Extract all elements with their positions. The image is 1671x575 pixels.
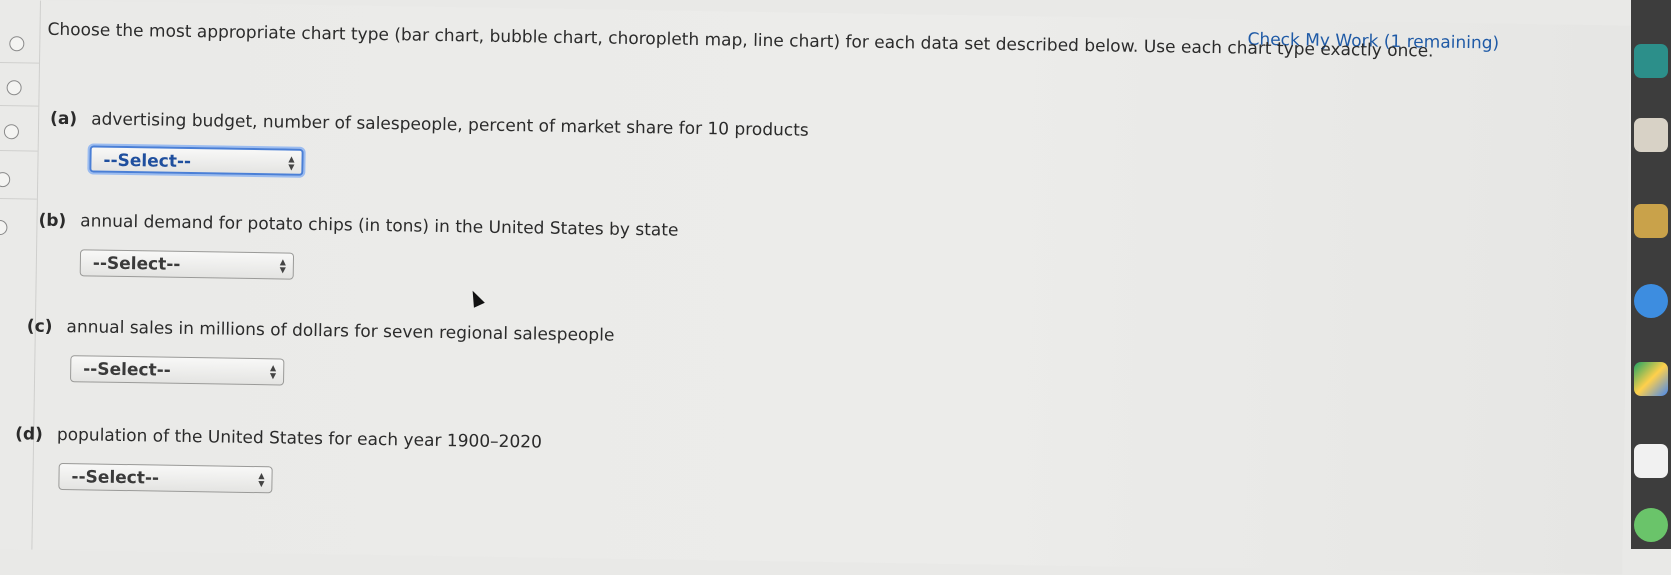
select-arrows-icon: ▲ ▼ bbox=[258, 471, 265, 489]
chart-type-select-a[interactable]: --Select-- ▲ ▼ bbox=[89, 145, 304, 176]
question-d-text: population of the United States for each… bbox=[56, 424, 543, 453]
question-c: (c) annual sales in millions of dollars f… bbox=[27, 316, 615, 345]
select-b-value: --Select-- bbox=[92, 253, 181, 275]
instructions-text: Choose the most appropriate chart type (… bbox=[47, 19, 1434, 62]
question-a-label: (a) bbox=[49, 108, 78, 130]
question-nav-rail bbox=[0, 0, 41, 550]
question-b-text: annual demand for potato chips (in tons)… bbox=[80, 211, 679, 241]
nav-radio-5[interactable] bbox=[0, 219, 8, 236]
dock bbox=[1631, 0, 1671, 549]
drive-app-icon[interactable] bbox=[1634, 362, 1668, 396]
select-d-value: --Select-- bbox=[71, 467, 160, 489]
question-a: (a) advertising budget, number of salespe… bbox=[50, 109, 809, 141]
select-c-value: --Select-- bbox=[83, 359, 171, 381]
cloud-app-icon[interactable] bbox=[1634, 284, 1668, 318]
question-page: Check My Work (1 remaining) Choose the m… bbox=[0, 0, 1631, 575]
question-d-label: (d) bbox=[15, 424, 44, 445]
question-c-text: annual sales in millions of dollars for … bbox=[66, 317, 615, 346]
chart-type-select-d[interactable]: --Select-- ▲ ▼ bbox=[58, 462, 273, 494]
notes-app-icon[interactable] bbox=[1634, 444, 1668, 478]
nav-radio-3[interactable] bbox=[3, 124, 20, 140]
app-icon-1[interactable] bbox=[1634, 44, 1668, 78]
question-d: (d) population of the United States for e… bbox=[15, 424, 542, 452]
nav-radio-1[interactable] bbox=[9, 36, 25, 52]
chart-type-select-c[interactable]: --Select-- ▲ ▼ bbox=[70, 355, 285, 386]
nav-radio-2[interactable] bbox=[6, 80, 22, 96]
select-arrows-icon: ▲ ▼ bbox=[279, 257, 286, 275]
app-icon-7[interactable] bbox=[1634, 508, 1668, 542]
app-icon-2[interactable] bbox=[1634, 118, 1668, 152]
question-b: (b) annual demand for potato chips (in to… bbox=[38, 211, 678, 241]
nav-radio-4[interactable] bbox=[0, 171, 11, 188]
question-b-label: (b) bbox=[38, 210, 67, 232]
question-c-label: (c) bbox=[26, 316, 53, 337]
select-arrows-icon: ▲ ▼ bbox=[269, 363, 277, 381]
wifi-app-icon[interactable] bbox=[1634, 204, 1668, 238]
select-a-value: --Select-- bbox=[103, 150, 192, 173]
chart-type-select-b[interactable]: --Select-- ▲ ▼ bbox=[79, 249, 295, 280]
select-arrows-icon: ▲ ▼ bbox=[288, 154, 295, 172]
question-a-text: advertising budget, number of salespeopl… bbox=[90, 109, 809, 141]
